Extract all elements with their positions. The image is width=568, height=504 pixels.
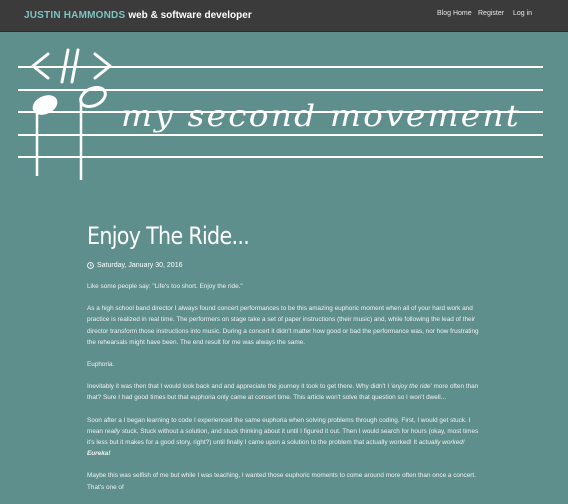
brand-name[interactable]: JUSTIN HAMMONDS [24, 10, 125, 21]
paragraph-text: Inevitably it was then that I would look… [87, 383, 391, 391]
emphasis-text: 'enjoy the ride' [390, 383, 432, 391]
post-body: Like some people say: "Life's too short.… [87, 281, 487, 504]
nav-link-log-in[interactable]: Log in [513, 10, 532, 17]
emphasis-text: actually worked! [418, 439, 465, 447]
paragraph: Euphoria. [87, 361, 115, 369]
blog-banner-logo[interactable]: my second movement [18, 48, 543, 183]
paragraph: Maybe this was selfish of me but while I… [87, 472, 476, 491]
post-title[interactable]: Enjoy The Ride... [87, 222, 250, 250]
clock-icon [87, 262, 94, 269]
paragraph: As a high school band director I always … [87, 305, 479, 346]
post-date-text: Saturday, January 30, 2016 [97, 262, 183, 269]
nav-link-register[interactable]: Register [478, 10, 504, 17]
paragraph: Soon after a I began learning to code I … [87, 415, 487, 460]
brand-tagline: web & software developer [128, 10, 252, 21]
top-navbar: JUSTIN HAMMONDS web & software developer … [0, 0, 568, 32]
paragraph: Inevitably it was then that I would look… [87, 381, 487, 403]
nav-link-blog-home[interactable]: Blog Home [437, 10, 472, 17]
brand[interactable]: JUSTIN HAMMONDS web & software developer [24, 10, 252, 22]
post-date: Saturday, January 30, 2016 [87, 262, 182, 269]
paragraph: Like some people say: "Life's too short.… [87, 283, 243, 290]
banner-title: my second movement [121, 99, 521, 134]
emphasis-text: really [104, 427, 121, 435]
quarter-note-icon [32, 95, 58, 176]
half-note-icon [79, 86, 107, 180]
strong-emphasis-text: Eureka! [87, 450, 111, 458]
